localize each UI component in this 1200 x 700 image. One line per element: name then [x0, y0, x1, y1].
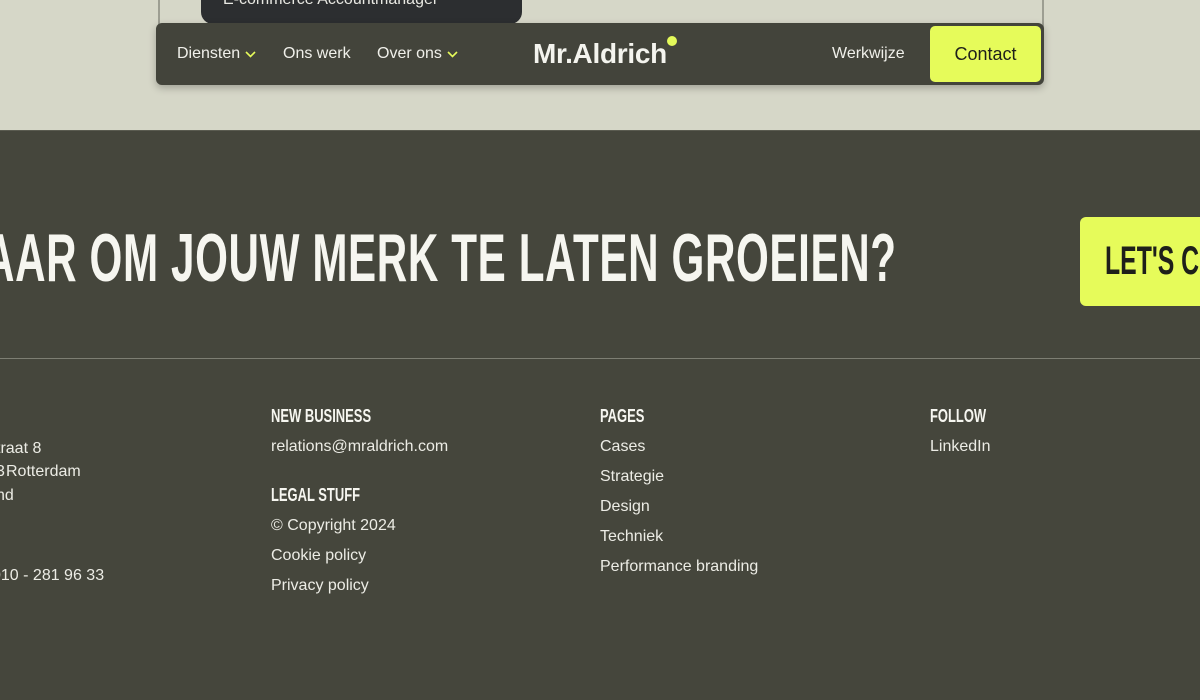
- linkedin-link[interactable]: LinkedIn: [930, 437, 1008, 457]
- privacy-policy-link[interactable]: Privacy policy: [271, 576, 448, 596]
- footer-section: AAR OM JOUW MERK TE LATEN GROEIEN? LET'S…: [0, 130, 1200, 700]
- nav-ons-werk[interactable]: Ons werk: [283, 23, 351, 85]
- main-navbar: Diensten Ons werk Over ons Mr.Aldrich We…: [156, 23, 1044, 85]
- copyright-text: © Copyright 2024: [271, 517, 396, 534]
- footer-divider: [0, 358, 1200, 359]
- cta-headline: AAR OM JOUW MERK TE LATEN GROEIEN?: [0, 220, 897, 296]
- pages-title: PAGES: [600, 406, 645, 426]
- new-business-email-link[interactable]: relations@mraldrich.com: [271, 437, 448, 457]
- contact-button-label: Contact: [954, 43, 1017, 64]
- footer-col-new-business: NEW BUSINESS relations@mraldrich.com LEG…: [271, 406, 448, 596]
- team-photo-caption: E-commerce Accountmanager: [223, 0, 438, 9]
- page-link-design[interactable]: Design: [600, 497, 758, 517]
- page-link-cases[interactable]: Cases: [600, 437, 758, 457]
- logo-dot-icon: [667, 36, 677, 46]
- lets-chat-button[interactable]: LET'S CH: [1080, 217, 1200, 306]
- team-photo: E-commerce Accountmanager: [201, 0, 522, 24]
- nav-werkwijze-label: Werkwijze: [832, 45, 905, 62]
- follow-title: FOLLOW: [930, 406, 987, 426]
- contact-button[interactable]: Contact: [930, 26, 1041, 82]
- page-link-strategie[interactable]: Strategie: [600, 467, 758, 487]
- nav-over-ons-label: Over ons: [377, 45, 442, 62]
- address-street: traat 8: [0, 440, 42, 457]
- legal-title: LEGAL STUFF: [271, 485, 361, 505]
- address-city-label: Rotterdam: [6, 463, 81, 480]
- page-link-techniek[interactable]: Techniek: [600, 527, 758, 547]
- footer-col-pages: PAGES Cases Strategie Design Techniek Pe…: [600, 406, 758, 577]
- page-link-performance-branding[interactable]: Performance branding: [600, 557, 758, 577]
- footer-col-follow: FOLLOW LinkedIn: [930, 406, 1008, 457]
- cookie-policy-link[interactable]: Cookie policy: [271, 546, 448, 566]
- lets-chat-label: LET'S CH: [1105, 239, 1200, 283]
- chevron-down-icon: [447, 51, 458, 58]
- nav-werkwijze[interactable]: Werkwijze: [832, 23, 905, 85]
- nav-over-ons[interactable]: Over ons: [377, 23, 458, 85]
- nav-diensten[interactable]: Diensten: [177, 23, 256, 85]
- new-business-title: NEW BUSINESS: [271, 406, 372, 426]
- nav-diensten-label: Diensten: [177, 45, 241, 62]
- address-phone[interactable]: 010 - 281 96 33: [0, 567, 104, 585]
- chevron-down-icon: [245, 51, 256, 58]
- address-city: 3Rotterdam: [0, 463, 81, 481]
- address-country: nd: [0, 487, 14, 504]
- nav-ons-werk-label: Ons werk: [283, 45, 351, 62]
- brand-logo-text: Mr.Aldrich: [533, 38, 667, 69]
- brand-logo[interactable]: Mr.Aldrich: [533, 23, 667, 85]
